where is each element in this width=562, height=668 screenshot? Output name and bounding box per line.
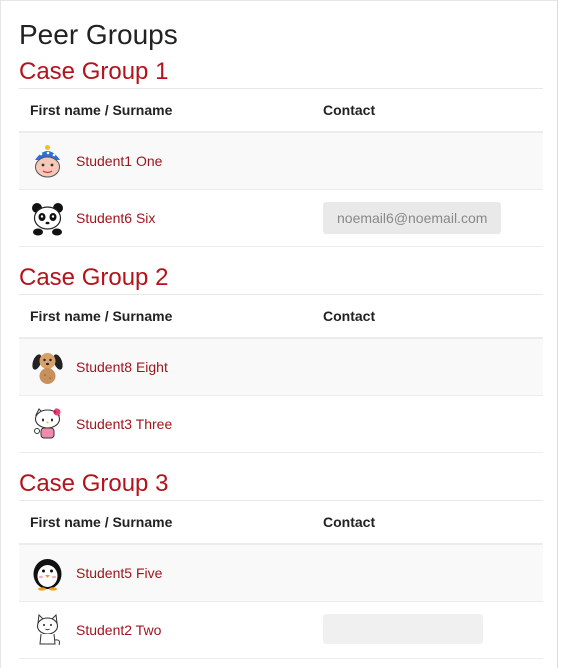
peer-groups-panel: Peer Groups Case Group 1 First name / Su… bbox=[0, 0, 558, 668]
table-header-row: First name / Surname Contact bbox=[19, 294, 543, 339]
group-title: Case Group 2 bbox=[19, 264, 169, 291]
student-link[interactable]: Student3 Three bbox=[76, 416, 172, 432]
contact-cell: noemail6@noemail.com bbox=[312, 189, 543, 247]
table-header-row: First name / Surname Contact bbox=[19, 88, 543, 133]
panda-avatar-icon bbox=[32, 202, 63, 235]
case-group-3: Case Group 3 First name / Surname Contac… bbox=[19, 469, 543, 659]
puppy-avatar-icon bbox=[32, 352, 63, 384]
student-link[interactable]: Student8 Eight bbox=[76, 359, 168, 375]
group-table: First name / Surname Contact bbox=[19, 88, 543, 247]
hello-kitty-avatar-icon bbox=[34, 407, 61, 438]
group-title: Case Group 1 bbox=[19, 58, 169, 85]
table-row: Student3 Three bbox=[19, 395, 543, 453]
clown-hat-avatar-icon bbox=[35, 144, 60, 177]
page-title: Peer Groups bbox=[19, 19, 178, 50]
contact-cell bbox=[312, 338, 543, 396]
table-header-row: First name / Surname Contact bbox=[19, 500, 543, 545]
group-table: First name / Surname Contact bbox=[19, 294, 543, 453]
column-header-contact: Contact bbox=[312, 88, 543, 133]
table-row: Student6 Six noemail6@noemail.com bbox=[19, 189, 543, 247]
student-link[interactable]: Student2 Two bbox=[76, 622, 161, 638]
column-header-name: First name / Surname bbox=[19, 500, 312, 545]
table-row: Student8 Eight bbox=[19, 338, 543, 396]
column-header-name: First name / Surname bbox=[19, 88, 312, 133]
table-row: Student2 Two bbox=[19, 601, 543, 659]
cat-avatar-icon bbox=[36, 613, 60, 645]
column-header-contact: Contact bbox=[312, 500, 543, 545]
student-link[interactable]: Student5 Five bbox=[76, 565, 162, 581]
name-cell: Student1 One bbox=[19, 132, 312, 190]
name-cell: Student6 Six bbox=[19, 189, 312, 247]
name-cell: Student2 Two bbox=[19, 601, 312, 659]
student-link[interactable]: Student1 One bbox=[76, 153, 162, 169]
contact-cell bbox=[312, 395, 543, 453]
contact-cell bbox=[312, 601, 543, 659]
email-badge[interactable]: noemail6@noemail.com bbox=[323, 202, 502, 234]
student-link[interactable]: Student6 Six bbox=[76, 210, 155, 226]
contact-cell bbox=[312, 132, 543, 190]
name-cell: Student5 Five bbox=[19, 544, 312, 602]
penguin-avatar-icon bbox=[33, 558, 62, 591]
contact-cell bbox=[312, 544, 543, 602]
table-row: Student5 Five bbox=[19, 544, 543, 602]
column-header-name: First name / Surname bbox=[19, 294, 312, 339]
group-title: Case Group 3 bbox=[19, 470, 169, 497]
group-table: First name / Surname Contact bbox=[19, 500, 543, 659]
case-group-2: Case Group 2 First name / Surname Contac… bbox=[19, 263, 543, 453]
case-group-1: Case Group 1 First name / Surname Contac… bbox=[19, 57, 543, 247]
name-cell: Student8 Eight bbox=[19, 338, 312, 396]
column-header-contact: Contact bbox=[312, 294, 543, 339]
table-row: Student1 One bbox=[19, 132, 543, 190]
email-badge bbox=[323, 613, 483, 644]
name-cell: Student3 Three bbox=[19, 395, 312, 453]
